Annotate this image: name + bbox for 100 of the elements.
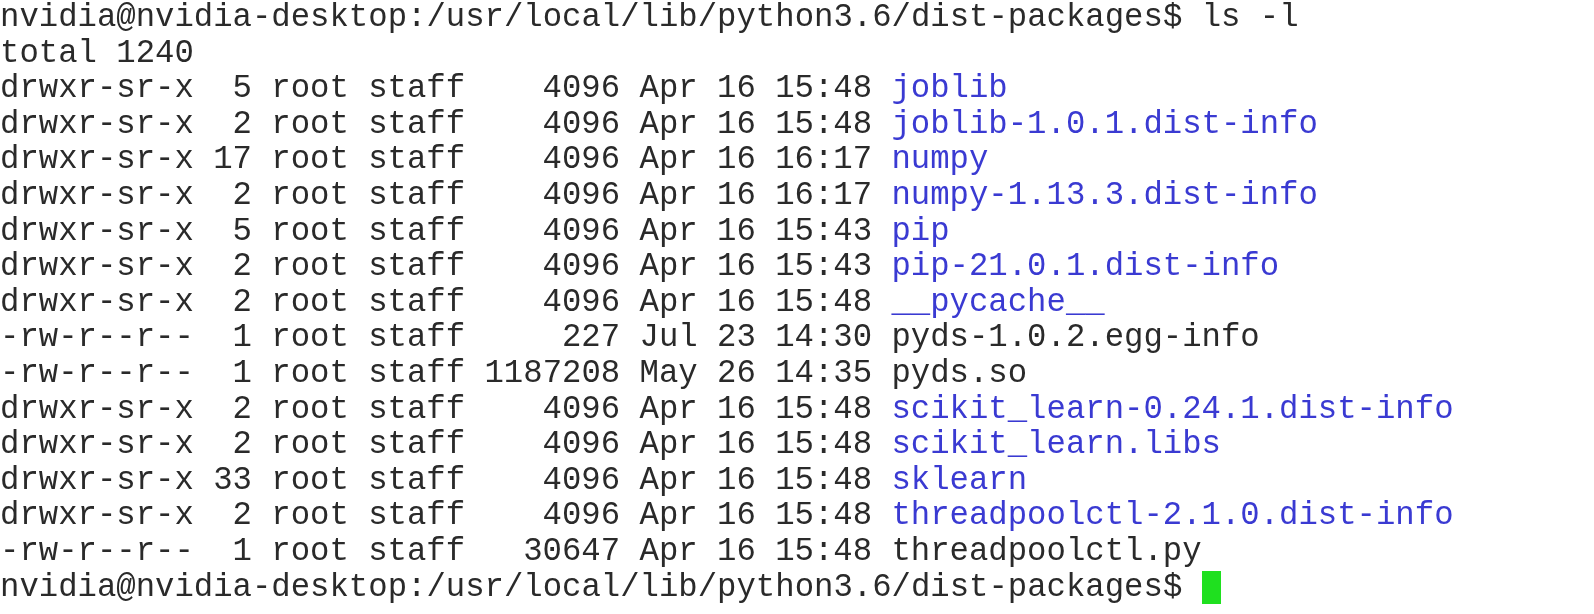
file-name: threadpoolctl.py <box>891 533 1202 570</box>
file-name: pyds.so <box>891 355 1028 392</box>
file-size: 4096 <box>541 106 621 143</box>
link-count: 2 <box>231 177 252 214</box>
link-count: 5 <box>231 213 252 250</box>
modified-date: Apr 16 15:48 <box>639 391 873 428</box>
modified-date: Apr 16 15:48 <box>639 71 873 107</box>
owner-text: root <box>271 533 349 570</box>
permissions-text: drwxr-sr-x <box>0 177 194 214</box>
file-size: 4096 <box>541 284 621 321</box>
link-count: 2 <box>231 391 252 428</box>
permissions-text: drwxr-sr-x <box>0 249 194 285</box>
link-count: 2 <box>231 106 252 143</box>
modified-date: Apr 16 15:48 <box>639 462 873 499</box>
permissions-text: drwxr-sr-x <box>0 142 194 178</box>
modified-date: Apr 16 15:48 <box>639 427 873 463</box>
owner-text: root <box>271 498 349 534</box>
link-count: 5 <box>231 71 252 107</box>
directory-name: joblib-1.0.1.dist-info <box>891 106 1318 143</box>
group-text: staff <box>368 142 466 178</box>
file-size: 4096 <box>541 177 621 214</box>
owner-text: root <box>271 177 349 214</box>
owner-text: root <box>271 71 349 107</box>
owner-text: root <box>271 142 349 178</box>
file-size: 4096 <box>541 142 621 178</box>
link-count: 1 <box>231 355 252 392</box>
permissions-text: -rw-r--r-- <box>0 533 194 570</box>
group-text: staff <box>368 177 466 214</box>
file-size: 4096 <box>541 498 621 534</box>
modified-date: Apr 16 15:48 <box>639 106 873 143</box>
directory-name: __pycache__ <box>891 284 1105 321</box>
modified-date: Apr 16 15:43 <box>639 213 873 250</box>
owner-text: root <box>271 427 349 463</box>
directory-name: scikit_learn-0.24.1.dist-info <box>891 391 1454 428</box>
directory-name: threadpoolctl-2.1.0.dist-info <box>891 498 1454 534</box>
directory-name: pip-21.0.1.dist-info <box>891 249 1280 285</box>
owner-text: root <box>271 249 349 285</box>
group-text: staff <box>368 71 466 107</box>
shell-prompt: nvidia@nvidia-desktop:/usr/local/lib/python3.6/dist-packages$ <box>0 569 1183 606</box>
group-text: staff <box>368 391 466 428</box>
directory-name: pip <box>891 213 950 250</box>
directory-name: joblib <box>891 71 1008 107</box>
group-text: staff <box>368 533 466 570</box>
owner-text: root <box>271 106 349 143</box>
modified-date: May 26 14:35 <box>639 355 873 392</box>
file-size: 4096 <box>541 249 621 285</box>
directory-name: sklearn <box>891 462 1028 499</box>
directory-name: scikit_learn.libs <box>891 427 1221 463</box>
modified-date: Apr 16 15:48 <box>639 284 873 321</box>
directory-name: numpy <box>891 142 989 178</box>
owner-text: root <box>271 320 349 356</box>
group-text: staff <box>368 284 466 321</box>
group-text: staff <box>368 213 466 250</box>
group-text: staff <box>368 462 466 499</box>
file-size: 1187208 <box>484 355 621 392</box>
group-text: staff <box>368 427 466 463</box>
owner-text: root <box>271 391 349 428</box>
link-count: 1 <box>231 320 252 356</box>
group-text: staff <box>368 249 466 285</box>
link-count: 33 <box>213 462 252 499</box>
link-count: 2 <box>231 427 252 463</box>
file-size: 227 <box>561 320 621 356</box>
cursor-block <box>1201 570 1221 604</box>
file-name: pyds-1.0.2.egg-info <box>891 320 1260 356</box>
directory-name: numpy-1.13.3.dist-info <box>891 177 1318 214</box>
modified-date: Apr 16 15:48 <box>639 533 873 570</box>
file-size: 4096 <box>541 71 621 107</box>
permissions-text: drwxr-sr-x <box>0 106 194 143</box>
file-size: 4096 <box>541 427 621 463</box>
shell-prompt: nvidia@nvidia-desktop:/usr/local/lib/python3.6/dist-packages$ <box>0 0 1183 36</box>
owner-text: root <box>271 355 349 392</box>
link-count: 17 <box>213 142 252 178</box>
command-text: ls -l <box>1201 0 1299 36</box>
link-count: 1 <box>231 533 252 570</box>
link-count: 2 <box>231 249 252 285</box>
modified-date: Jul 23 14:30 <box>639 320 873 356</box>
file-size: 4096 <box>541 213 621 250</box>
permissions-text: drwxr-sr-x <box>0 498 194 534</box>
permissions-text: -rw-r--r-- <box>0 355 194 392</box>
owner-text: root <box>271 284 349 321</box>
modified-date: Apr 16 15:48 <box>639 498 873 534</box>
modified-date: Apr 16 15:43 <box>639 249 873 285</box>
permissions-text: drwxr-sr-x <box>0 462 194 499</box>
file-size: 4096 <box>541 391 621 428</box>
owner-text: root <box>271 213 349 250</box>
group-text: staff <box>368 106 466 143</box>
total-line: total 1240 <box>0 35 194 72</box>
group-text: staff <box>368 320 466 356</box>
permissions-text: drwxr-sr-x <box>0 71 194 107</box>
permissions-text: drwxr-sr-x <box>0 391 194 428</box>
group-text: staff <box>368 355 466 392</box>
permissions-text: drwxr-sr-x <box>0 427 194 463</box>
owner-text: root <box>271 462 349 499</box>
permissions-text: drwxr-sr-x <box>0 284 194 321</box>
permissions-text: drwxr-sr-x <box>0 213 194 250</box>
file-size: 30647 <box>522 533 621 570</box>
file-size: 4096 <box>541 462 621 499</box>
group-text: staff <box>368 498 466 534</box>
permissions-text: -rw-r--r-- <box>0 320 194 356</box>
modified-date: Apr 16 16:17 <box>639 142 873 178</box>
